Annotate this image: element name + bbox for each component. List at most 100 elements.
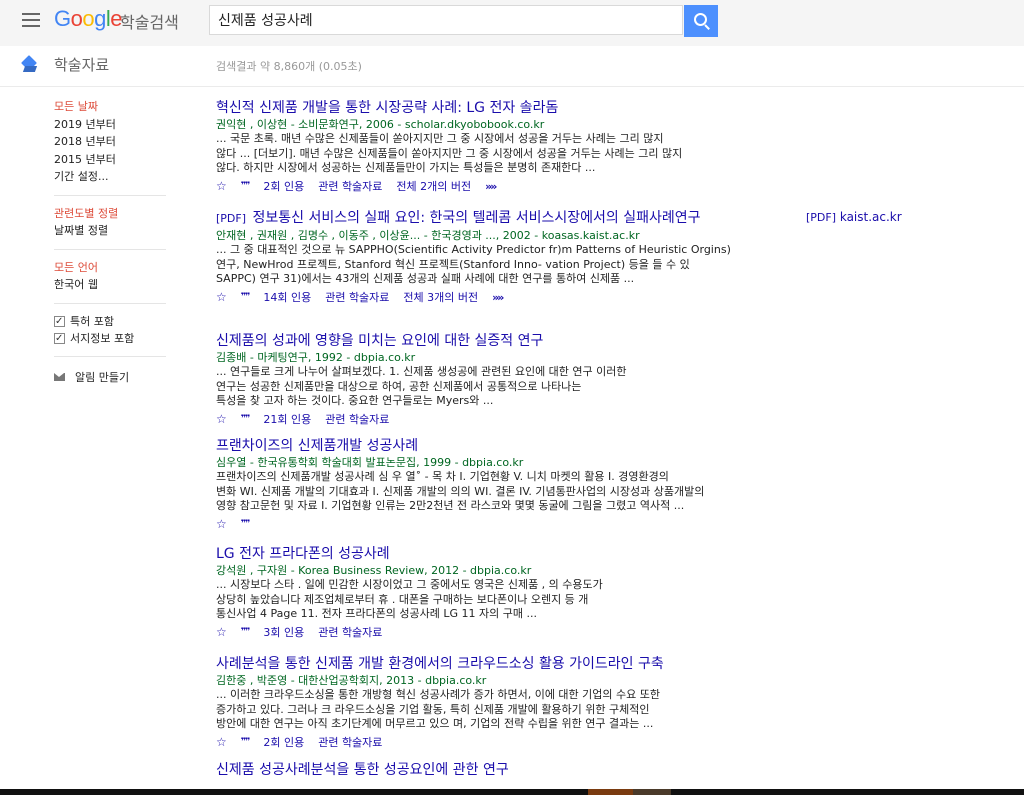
language-group: 모든 언어 한국어 웹 [54, 259, 174, 294]
result-cited-link[interactable]: 2회 인용 [263, 734, 304, 751]
scholar-logo-text[interactable]: 학술검색 [120, 9, 179, 33]
date-filter-2015[interactable]: 2015 년부터 [54, 151, 174, 169]
cite-quote-icon[interactable]: ❞❞ [241, 734, 251, 751]
sort-group: 관련도별 정렬 날짜별 정렬 [54, 205, 174, 240]
pdf-domain: kaist.ac.kr [839, 210, 902, 224]
result-snippet-line: 연구, NewHrod 프로젝트, Stanford 혁신 프로젝트(Stanf… [216, 257, 690, 271]
include-patents-checkbox[interactable]: 특허 포함 [54, 313, 174, 330]
search-result: 프랜차이즈의 신제품개발 성공사례심우열 - 한국유통학회 학술대회 발표논문집… [216, 437, 736, 533]
save-star-icon[interactable]: ☆ [216, 624, 227, 641]
result-versions-link[interactable]: 전체 3개의 버전 [403, 289, 478, 306]
result-snippet-line: SAPPC) 연구 31)에서는 43개의 신제품 성공과 실패 사례에 대한 … [216, 272, 635, 285]
result-snippet-line: ... 이러한 크라우드소싱을 통한 개방형 혁신 성공사례가 증가 하면서, … [216, 688, 660, 701]
section-title[interactable]: 학술자료 [54, 54, 109, 75]
lang-korean[interactable]: 한국어 웹 [54, 276, 174, 294]
result-actions: ☆ ❞❞ 21회 인용 관련 학술자료 [216, 411, 736, 428]
result-actions: ☆ ❞❞ 2회 인용 관련 학술자료 전체 2개의 버전 »» [216, 178, 736, 195]
result-title-link[interactable]: 혁신적 신제품 개발을 통한 시장공략 사례: LG 전자 솔라돔 [216, 99, 736, 117]
divider [54, 194, 166, 196]
include-patents-label: 특허 포함 [70, 314, 114, 328]
result-title-link[interactable]: [PDF] 정보통신 서비스의 실패 요인: 한국의 텔레콤 서비스시장에서의 … [216, 209, 736, 228]
sub-header: 학술자료 검색결과 약 8,860개 (0.05초) [0, 46, 1024, 87]
search-input[interactable] [209, 5, 683, 35]
search-result: 사례분석을 통한 신제품 개발 환경에서의 크라우드소싱 활용 가이드라인 구축… [216, 655, 736, 751]
date-filter-group: 모든 날짜 2019 년부터 2018 년부터 2015 년부터 기간 설정..… [54, 98, 174, 186]
result-authors-source: 김종배 - 마케팅연구, 1992 - dbpia.co.kr [216, 351, 416, 364]
save-star-icon[interactable]: ☆ [216, 516, 227, 533]
result-related-link[interactable]: 관련 학술자료 [318, 178, 382, 195]
result-title-text: 혁신적 신제품 개발을 통한 시장공략 사례: LG 전자 솔라돔 [216, 100, 559, 116]
date-filter-2018[interactable]: 2018 년부터 [54, 133, 174, 151]
include-citations-label: 서지정보 포함 [70, 331, 135, 345]
divider [54, 355, 166, 357]
cite-quote-icon[interactable]: ❞❞ [241, 289, 251, 306]
taskbar-strip [0, 789, 1024, 795]
cite-quote-icon[interactable]: ❞❞ [241, 178, 251, 195]
result-actions: ☆ ❞❞ 2회 인용 관련 학술자료 [216, 734, 736, 751]
result-related-link[interactable]: 관련 학술자료 [318, 624, 382, 641]
date-filter-any[interactable]: 모든 날짜 [54, 98, 174, 116]
date-filter-2019[interactable]: 2019 년부터 [54, 116, 174, 134]
result-title-text: 신제품의 성과에 영향을 미치는 요인에 대한 실증적 연구 [216, 333, 544, 349]
checkbox-checked-icon [54, 330, 65, 347]
result-snippet-line: 변화 WI. 신제품 개발의 기대효과 I. 신제품 개발의 의의 WI. 결론… [216, 484, 705, 498]
sort-relevance[interactable]: 관련도별 정렬 [54, 205, 174, 223]
hamburger-menu-icon[interactable] [22, 13, 40, 27]
pdf-side-link[interactable]: [PDF] kaist.ac.kr [806, 210, 902, 224]
result-cited-link[interactable]: 2회 인용 [263, 178, 304, 195]
result-authors-source: 권익현 , 이상현 - 소비문화연구, 2006 - scholar.dkyob… [216, 118, 545, 131]
result-authors-source: 심우열 - 한국유통학회 학술대회 발표논문집, 1999 - dbpia.co… [216, 456, 524, 469]
pdf-tag: [PDF] [216, 212, 247, 225]
result-authors-source: 김한중 , 박준영 - 대한산업공학회지, 2013 - dbpia.co.kr [216, 674, 487, 687]
sort-date[interactable]: 날짜별 정렬 [54, 222, 174, 240]
result-title-link[interactable]: 신제품 성공사례분석을 통한 성공요인에 관한 연구 [216, 761, 736, 779]
cite-quote-icon[interactable]: ❞❞ [241, 624, 251, 641]
lang-any[interactable]: 모든 언어 [54, 259, 174, 277]
result-title-link[interactable]: 프랜차이즈의 신제품개발 성공사례 [216, 437, 736, 455]
result-related-link[interactable]: 관련 학술자료 [318, 734, 382, 751]
search-result: 혁신적 신제품 개발을 통한 시장공략 사례: LG 전자 솔라돔권익현 , 이… [216, 99, 736, 195]
result-title-link[interactable]: 사례분석을 통한 신제품 개발 환경에서의 크라우드소싱 활용 가이드라인 구축 [216, 655, 736, 673]
create-alert-label: 알림 만들기 [75, 370, 130, 384]
result-title-link[interactable]: 신제품의 성과에 영향을 미치는 요인에 대한 실증적 연구 [216, 332, 736, 350]
include-citations-checkbox[interactable]: 서지정보 포함 [54, 330, 174, 347]
result-snippet-line: ... 연구들로 크게 나누어 살펴보겠다. 1. 신제품 생성공에 관련된 요… [216, 365, 627, 378]
cite-quote-icon[interactable]: ❞❞ [241, 516, 251, 533]
result-snippet-line: ... 시장보다 스타 . 일에 민감한 시장이었고 그 중에서도 영국은 신제… [216, 578, 603, 591]
result-snippet-line: 않다 ... [더보기]. 매년 수많은 신제품들이 쏟아지지만 그 중 시장에… [216, 146, 683, 160]
result-cited-link[interactable]: 3회 인용 [263, 624, 304, 641]
result-snippet-line: 증가하고 있다. 그러나 크 라우드소싱을 기업 활동, 특히 신제품 개발에 … [216, 702, 650, 716]
top-bar: Google 학술검색 [0, 0, 1024, 46]
date-filter-custom[interactable]: 기간 설정... [54, 168, 174, 186]
search-result: LG 전자 프라다폰의 성공사례 강석원 , 구자원 - Korea Busine… [216, 545, 736, 641]
result-title-link[interactable]: LG 전자 프라다폰의 성공사례 [216, 545, 736, 563]
result-title-text: 신제품 성공사례분석을 통한 성공요인에 관한 연구 [216, 762, 509, 778]
result-versions-link[interactable]: 전체 2개의 버전 [396, 178, 471, 195]
search-result: 신제품의 성과에 영향을 미치는 요인에 대한 실증적 연구김종배 - 마케팅연… [216, 332, 736, 428]
more-options-icon[interactable]: »» [492, 289, 504, 306]
result-snippet-line: 영향 참고문헌 및 자료 I. 기업현황 인류는 2만2천년 전 라스코와 몇몇… [216, 499, 685, 512]
pdf-tag: [PDF] [806, 211, 837, 224]
result-authors-source: 안재현 , 권재원 , 김명수 , 이동주 , 이상윤... - 한국경영과 .… [216, 229, 640, 242]
result-cited-link[interactable]: 21회 인용 [263, 411, 311, 428]
envelope-icon [54, 372, 65, 381]
result-related-link[interactable]: 관련 학술자료 [325, 411, 389, 428]
more-options-icon[interactable]: »» [485, 178, 497, 195]
save-star-icon[interactable]: ☆ [216, 178, 227, 195]
cite-quote-icon[interactable]: ❞❞ [241, 411, 251, 428]
result-cited-link[interactable]: 14회 인용 [263, 289, 311, 306]
result-title-text: 프랜차이즈의 신제품개발 성공사례 [216, 438, 419, 454]
result-title-text: LG 전자 프라다폰의 성공사례 [216, 546, 390, 562]
result-snippet-line: ... 그 중 대표적인 것으로 뉴 SAPPHO(Scientific Act… [216, 243, 731, 256]
save-star-icon[interactable]: ☆ [216, 734, 227, 751]
search-result: 신제품 성공사례분석을 통한 성공요인에 관한 연구 [216, 761, 736, 779]
google-logo[interactable]: Google [54, 6, 123, 32]
result-snippet-line: 않다. 하지만 시장에서 성공하는 신제품들만이 가지는 특성들은 분명히 존재… [216, 161, 596, 174]
result-snippet-line: 연구는 성공한 신제품만을 대상으로 하여, 공한 신제품에서 공통적으로 나타… [216, 379, 582, 393]
search-result: [PDF] 정보통신 서비스의 실패 요인: 한국의 텔레콤 서비스시장에서의 … [216, 209, 736, 306]
save-star-icon[interactable]: ☆ [216, 411, 227, 428]
save-star-icon[interactable]: ☆ [216, 289, 227, 306]
result-related-link[interactable]: 관련 학술자료 [325, 289, 389, 306]
create-alert-button[interactable]: 알림 만들기 [54, 369, 174, 385]
search-button[interactable] [684, 5, 718, 37]
